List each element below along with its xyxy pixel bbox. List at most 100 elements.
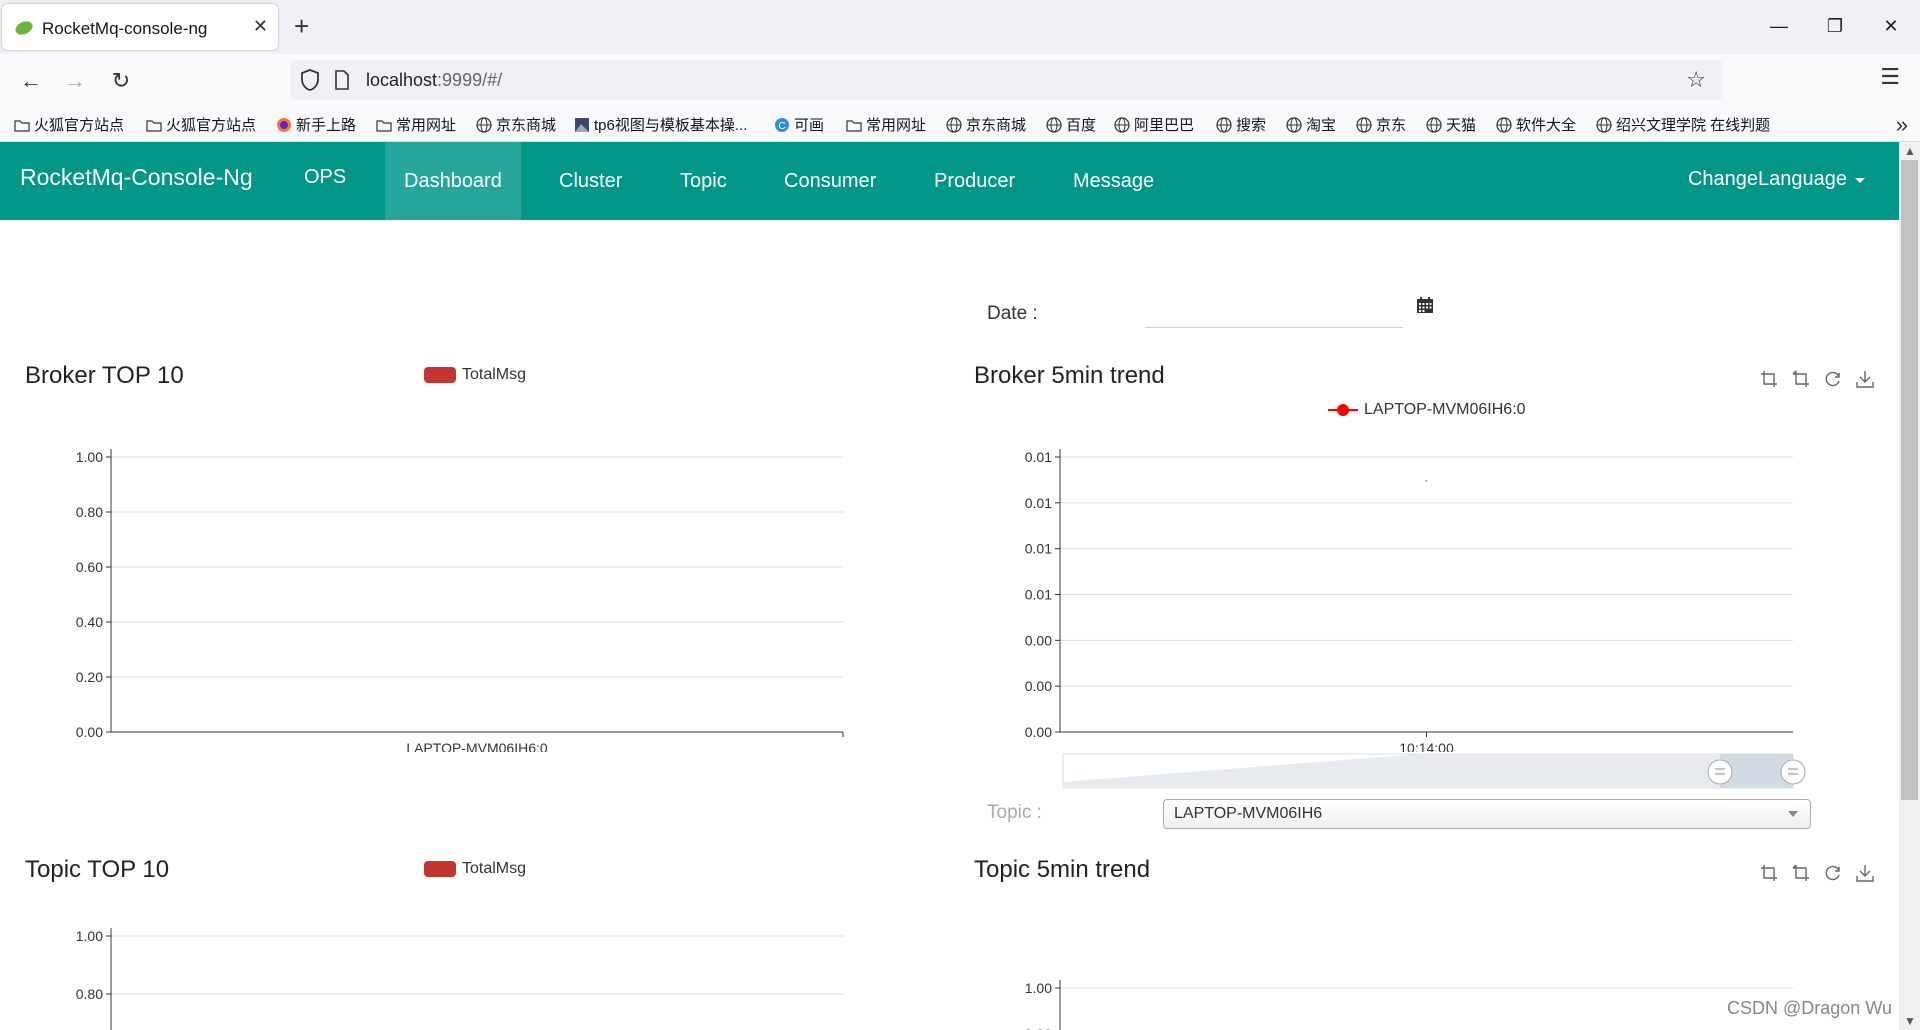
browser-nav-bar: ← → ↻ localhost:9999/#/ ☆ ☰ <box>0 54 1920 106</box>
nav-dashboard[interactable]: Dashboard <box>385 142 521 220</box>
bookmark-label: 京东商城 <box>496 117 557 134</box>
bookmark-item[interactable]: 常用网址 <box>376 114 456 135</box>
legend-label: TotalMsg <box>462 366 527 383</box>
zoom-reset-icon[interactable] <box>1792 370 1810 388</box>
bookmark-item[interactable]: 绍兴文理学院 在线判题 <box>1596 114 1770 135</box>
top-navbar: RocketMq-Console-Ng OPS Dashboard Cluste… <box>0 142 1899 220</box>
topic-top-title: Topic TOP 10 <box>25 856 170 883</box>
legend-label: LAPTOP-MVM06IH6:0 <box>1364 401 1526 418</box>
zoom-icon[interactable] <box>1760 370 1778 388</box>
vertical-scrollbar[interactable]: ▲ ▼ <box>1899 142 1920 1030</box>
nav-message[interactable]: Message <box>1054 142 1173 220</box>
nav-producer[interactable]: Producer <box>915 142 1034 220</box>
slider-handle-left[interactable] <box>1707 759 1733 785</box>
bookmark-label: tp6视图与模板基本操... <box>594 117 748 134</box>
y-tick-label: 0.00 <box>1025 724 1052 740</box>
download-icon[interactable] <box>1856 370 1874 388</box>
close-window-button[interactable]: ✕ <box>1868 10 1914 42</box>
bookmark-item[interactable]: 天猫 <box>1426 114 1476 135</box>
zoom-icon[interactable] <box>1760 864 1778 882</box>
data-zoom-slider[interactable] <box>1060 752 1820 792</box>
globe-icon <box>1286 116 1302 133</box>
scroll-up-icon[interactable]: ▲ <box>1904 144 1916 158</box>
minimize-button[interactable]: — <box>1756 10 1802 42</box>
scroll-down-icon[interactable]: ▼ <box>1904 1014 1916 1028</box>
topic-top-legend[interactable]: TotalMsg <box>424 860 526 878</box>
y-tick-label: 0.80 <box>1025 1026 1052 1030</box>
bookmark-star-icon[interactable]: ☆ <box>1686 67 1706 93</box>
new-tab-button[interactable]: + <box>294 12 309 40</box>
watermark: CSDN @Dragon Wu <box>1727 998 1892 1018</box>
slider-handle-right[interactable] <box>1780 759 1806 785</box>
bookmark-item[interactable]: 百度 <box>1046 114 1096 135</box>
y-tick-label: 1.00 <box>76 928 103 944</box>
y-tick-label: 0.01 <box>1025 495 1052 511</box>
caret-down-icon <box>1855 178 1865 183</box>
url-bar[interactable]: localhost:9999/#/ ☆ <box>290 60 1722 100</box>
change-language-dropdown[interactable]: ChangeLanguage <box>1688 168 1865 191</box>
bookmark-item[interactable]: 新手上路 <box>276 114 356 135</box>
broker-top-legend[interactable]: TotalMsg <box>424 366 526 384</box>
bookmark-label: 火狐官方站点 <box>34 117 125 134</box>
bookmark-item[interactable]: tp6视图与模板基本操... <box>574 114 747 135</box>
globe-icon <box>476 116 492 133</box>
change-language-label: ChangeLanguage <box>1687 168 1847 190</box>
close-tab-icon[interactable]: ✕ <box>253 16 268 37</box>
x-tick-label: 10:14:00 <box>1399 740 1454 752</box>
nav-consumer[interactable]: Consumer <box>765 142 895 220</box>
download-icon[interactable] <box>1856 864 1874 882</box>
browser-tab[interactable]: RocketMq-console-ng ✕ <box>2 4 278 50</box>
nav-ops[interactable]: OPS <box>285 142 365 216</box>
tab-title: RocketMq-console-ng <box>42 19 208 38</box>
shield-icon[interactable] <box>300 68 320 92</box>
nav-cluster[interactable]: Cluster <box>540 142 641 220</box>
y-tick-label: 1.00 <box>76 449 103 465</box>
folder-icon <box>14 119 30 132</box>
reload-icon[interactable]: ↻ <box>106 66 136 96</box>
bookmark-item[interactable]: 火狐官方站点 <box>14 114 124 135</box>
bookmark-label: 搜索 <box>1236 117 1267 134</box>
bookmark-item[interactable]: 京东商城 <box>476 114 556 135</box>
bookmark-label: 京东 <box>1376 117 1407 134</box>
bookmark-item[interactable]: 软件大全 <box>1496 114 1576 135</box>
legend-label: TotalMsg <box>462 860 527 877</box>
folder-icon <box>146 119 162 132</box>
broker-trend-legend[interactable]: LAPTOP-MVM06IH6:0 <box>1328 401 1526 419</box>
bookmark-item[interactable]: 京东 <box>1356 114 1406 135</box>
bookmark-label: 百度 <box>1066 117 1097 134</box>
refresh-icon[interactable] <box>1824 370 1842 388</box>
bookmark-item[interactable]: 常用网址 <box>846 114 926 135</box>
hamburger-menu-icon[interactable]: ☰ <box>1880 64 1900 90</box>
back-icon[interactable]: ← <box>16 66 46 96</box>
bookmark-label: 京东商城 <box>966 117 1027 134</box>
bookmark-item[interactable]: 搜索 <box>1216 114 1266 135</box>
bookmarks-bar: 火狐官方站点 火狐官方站点 新手上路 常用网址 京东商城 tp6视图与模板基本操... C 可… <box>0 106 1920 142</box>
calendar-icon[interactable] <box>1416 296 1434 314</box>
url-text[interactable]: localhost:9999/#/ <box>366 70 502 91</box>
bookmark-item[interactable]: 淘宝 <box>1286 114 1336 135</box>
image-icon <box>575 117 589 132</box>
zoom-reset-icon[interactable] <box>1792 864 1810 882</box>
date-label: Date : <box>987 303 1038 324</box>
date-input[interactable] <box>1145 292 1403 328</box>
scroll-thumb[interactable] <box>1901 160 1918 800</box>
globe-icon <box>1426 116 1442 133</box>
forward-icon[interactable]: → <box>60 66 90 96</box>
folder-icon <box>846 119 862 132</box>
bookmark-item[interactable]: 火狐官方站点 <box>146 114 256 135</box>
legend-swatch <box>424 367 456 383</box>
bookmark-item[interactable]: 京东商城 <box>946 114 1026 135</box>
brand-title[interactable]: RocketMq-Console-Ng <box>20 164 253 191</box>
bookmark-item[interactable]: 阿里巴巴 <box>1114 114 1194 135</box>
nav-topic[interactable]: Topic <box>661 142 746 220</box>
restore-button[interactable]: ❐ <box>1812 10 1858 42</box>
broker-trend-title: Broker 5min trend <box>974 362 1165 389</box>
bookmark-item[interactable]: C 可画 <box>774 114 824 135</box>
refresh-icon[interactable] <box>1824 864 1842 882</box>
bookmark-label: 天猫 <box>1446 117 1477 134</box>
topic-select[interactable]: LAPTOP-MVM06IH6 <box>1163 799 1811 829</box>
more-bookmarks-icon[interactable]: » <box>1896 112 1908 138</box>
broker-top-chart: 0.00 0.20 0.40 0.60 0.80 1.00 LAPTOP-MVM06IH6:… <box>76 449 844 752</box>
bookmark-label: 阿里巴巴 <box>1134 117 1195 134</box>
svg-text:C: C <box>778 121 785 132</box>
